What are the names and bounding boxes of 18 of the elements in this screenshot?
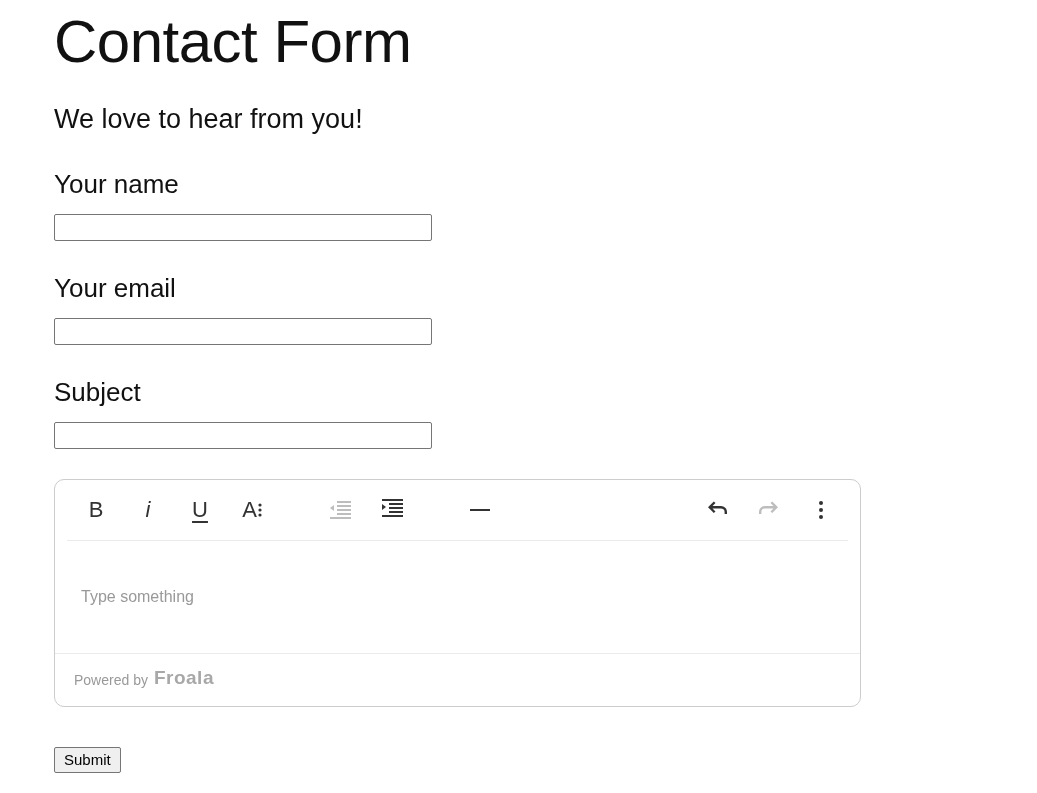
field-label: Your email — [54, 272, 177, 304]
input-field[interactable] — [54, 318, 432, 345]
input-field[interactable] — [54, 214, 432, 241]
horizontal-line-icon — [470, 509, 490, 511]
field-label: Subject — [54, 376, 142, 408]
input-field[interactable] — [54, 422, 432, 449]
subtitle: We love to hear from you! — [54, 103, 364, 136]
page-title: Contact Form — [54, 8, 413, 76]
field-label: Your name — [54, 168, 180, 200]
italic-button[interactable]: i — [129, 491, 167, 529]
bold-button[interactable]: B — [77, 491, 115, 529]
dots-icon — [257, 503, 262, 517]
powered-by-text: Powered by — [74, 670, 148, 690]
submit-button[interactable]: Submit — [54, 747, 121, 773]
underline-button[interactable]: U — [181, 491, 219, 529]
outdent-icon — [328, 498, 352, 522]
font-size-button[interactable]: A — [233, 491, 271, 529]
more-icon — [819, 501, 823, 519]
